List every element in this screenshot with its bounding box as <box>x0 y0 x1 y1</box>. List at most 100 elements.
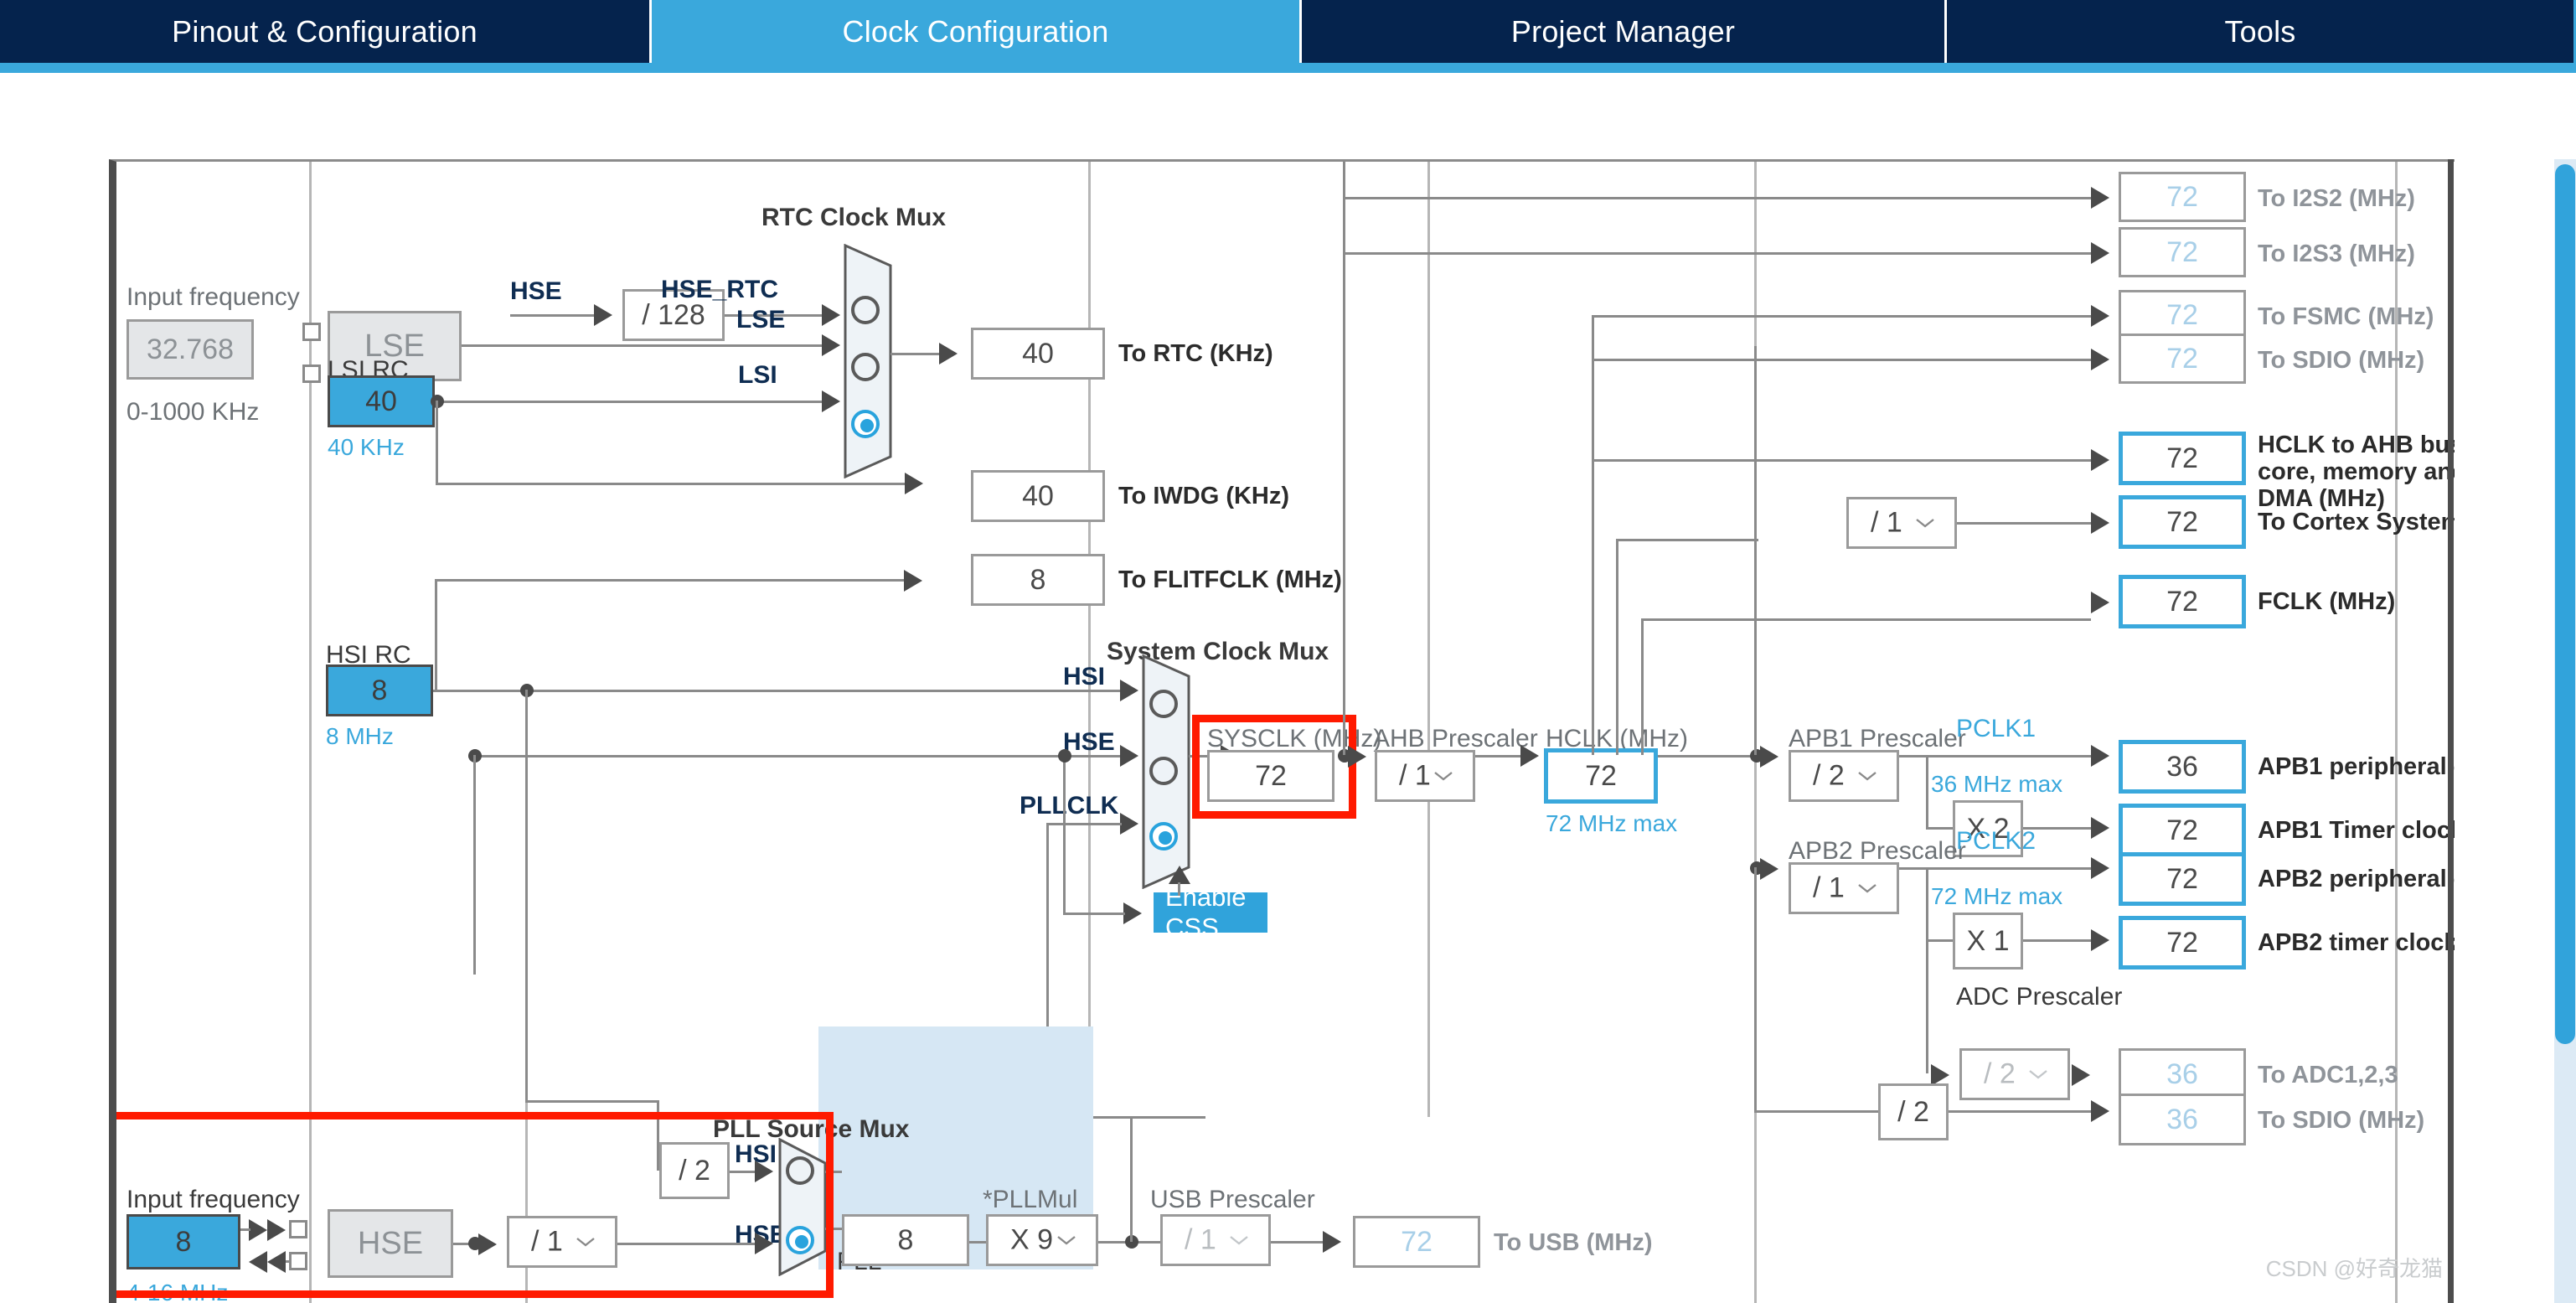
output-label-i2s2: To I2S2 (MHz) <box>2258 185 2415 213</box>
wire-hclk-to-fclk <box>1641 618 2091 621</box>
sys-mux-radio-pllclk[interactable] <box>1149 822 1178 851</box>
output-label-apb1-timer: APB1 Timer clocks (MHz) <box>2258 817 2455 845</box>
sys-mux-radio-hsi[interactable] <box>1149 690 1178 718</box>
output-box-apb1-timer[interactable]: 72 <box>2119 804 2246 857</box>
apb2-timer-mul-value: X 1 <box>1966 925 2009 958</box>
output-box-apb2-peripheral[interactable]: 72 <box>2119 852 2246 906</box>
hclk-value-box[interactable]: 72 <box>1544 748 1658 804</box>
output-value: 40 <box>1022 480 1054 513</box>
chevron-down-icon <box>1056 1234 1077 1246</box>
lse-input-frequency-field[interactable]: 32.768 <box>126 319 254 380</box>
lsi-rc-value: 40 <box>365 385 397 418</box>
lsi-rc-value-box[interactable]: 40 <box>328 375 435 427</box>
pllmul-select[interactable]: X 9 <box>986 1214 1098 1266</box>
output-value: 72 <box>2166 586 2198 618</box>
wire-hsi-to-flitfclk-v <box>435 579 437 690</box>
arrow-to-fsmc <box>2091 305 2109 327</box>
output-label-apb2-peripheral: APB2 peripheral clocks (MHz) <box>2258 866 2455 893</box>
wire-sdio-out <box>1949 1110 2091 1113</box>
wire-apb1-timer-h <box>1926 827 1953 830</box>
arrow-pllclk-to-sysmux <box>1120 813 1138 835</box>
wire-fsmc-branch <box>1592 315 1594 459</box>
wire-css-up <box>1178 882 1180 896</box>
apb2-prescaler-select[interactable]: / 1 <box>1789 862 1899 914</box>
tab-label: Clock Configuration <box>843 14 1109 49</box>
rtc-mux-radio-lse[interactable] <box>851 353 880 381</box>
rtc-mux-input-lse: LSE <box>736 306 785 334</box>
output-box-sdio-bottom[interactable]: 36 <box>2119 1094 2246 1145</box>
apb2-max-label: 72 MHz max <box>1931 883 2062 910</box>
tab-tools[interactable]: Tools <box>1947 0 2573 63</box>
sysclk-highlight-box <box>1192 715 1356 819</box>
output-box-adc[interactable]: 36 <box>2119 1048 2246 1100</box>
wire-hsi-to-div2 <box>525 1100 659 1103</box>
pclk1-label: PCLK1 <box>1956 715 2036 743</box>
output-box-iwdg[interactable]: 40 <box>971 470 1105 522</box>
lse-terminal-bottom <box>302 365 321 383</box>
tab-clock-configuration[interactable]: Clock Configuration <box>652 0 1302 63</box>
arrow-to-fclk <box>2091 592 2109 613</box>
vertical-scrollbar-thumb[interactable] <box>2555 164 2575 1044</box>
ahb-prescaler-select[interactable]: / 1 <box>1375 750 1475 802</box>
junction-hse-css <box>1058 749 1071 763</box>
sdio-divider-value: / 2 <box>1897 1096 1929 1129</box>
output-box-apb2-timer[interactable]: 72 <box>2119 916 2246 969</box>
wire-ahb-to-hclk <box>1475 755 1520 757</box>
adc-prescaler-label: ADC Prescaler <box>1956 983 2122 1011</box>
usb-prescaler-label: USB Prescaler <box>1150 1186 1315 1214</box>
apb2-timer-multiplier: X 1 <box>1953 913 2023 969</box>
rtc-mux-radio-lsi[interactable] <box>851 410 880 438</box>
wire-hse-css-down <box>1063 755 1066 913</box>
apb1-prescaler-select[interactable]: / 2 <box>1789 750 1899 802</box>
wire-lse-to-mux <box>462 344 822 347</box>
wire-pllclk-to-sysmux <box>1046 823 1122 825</box>
arrow-css-to-mux <box>1169 866 1190 884</box>
arrow-apb2-timer <box>2091 929 2109 951</box>
sys-mux-input-hsi: HSI <box>1063 663 1105 691</box>
cortex-prescaler-select[interactable]: / 1 <box>1846 497 1957 549</box>
tab-label: Project Manager <box>1511 14 1735 49</box>
output-box-usb[interactable]: 72 <box>1353 1216 1480 1268</box>
hsi-rc-value: 8 <box>372 675 388 707</box>
output-box-fclk[interactable]: 72 <box>2119 575 2246 628</box>
output-label-rtc: To RTC (KHz) <box>1118 340 1273 368</box>
wire-rtc-mux-out <box>891 353 939 355</box>
output-label-apb2-timer: APB2 timer clocks (MHz) <box>2258 929 2455 957</box>
rtc-mux-radio-hse-rtc[interactable] <box>851 296 880 324</box>
output-box-fsmc[interactable]: 72 <box>2119 290 2246 340</box>
arrow-to-sdio-bottom <box>2091 1100 2109 1122</box>
output-box-hclk-ahb[interactable]: 72 <box>2119 432 2246 485</box>
output-box-cortex-timer[interactable]: 72 <box>2119 495 2246 549</box>
usb-prescaler-value: / 1 <box>1185 1224 1216 1257</box>
arrow-ahb-to-hclk <box>1520 745 1539 767</box>
output-value: 72 <box>2166 299 2198 332</box>
output-box-i2s2[interactable]: 72 <box>2119 172 2246 222</box>
rtc-clock-mux-title: RTC Clock Mux <box>761 204 946 232</box>
ahb-prescaler-value: / 1 <box>1399 760 1431 793</box>
wire-hsi-to-flitfclk <box>435 579 904 582</box>
output-label-apb1-peripheral: APB1 peripheral clocks (MHz) <box>2258 753 2455 781</box>
usb-prescaler-select[interactable]: / 1 <box>1160 1214 1271 1266</box>
rtc-clock-mux[interactable] <box>844 244 907 478</box>
wire-sdio-div-h <box>1754 1110 1878 1113</box>
output-box-rtc[interactable]: 40 <box>971 328 1105 380</box>
output-box-apb1-peripheral[interactable]: 36 <box>2119 740 2246 794</box>
chevron-down-icon <box>1856 882 1878 894</box>
adc-prescaler-select[interactable]: / 2 <box>1959 1048 2070 1100</box>
rtc-mux-input-lsi: LSI <box>738 361 777 390</box>
apb1-prescaler-value: / 2 <box>1813 760 1845 793</box>
enable-css-button[interactable]: Enable CSS <box>1154 892 1267 933</box>
output-value: 36 <box>2166 751 2198 783</box>
rtc-mux-input-hse-rtc: HSE_RTC <box>661 276 778 304</box>
output-box-i2s3[interactable]: 72 <box>2119 227 2246 277</box>
output-box-sdio-top[interactable]: 72 <box>2119 334 2246 384</box>
tab-pinout-configuration[interactable]: Pinout & Configuration <box>0 0 652 63</box>
arrow-sysclk-branch <box>1348 746 1366 768</box>
arrow-hsi-to-sysmux <box>1120 680 1138 701</box>
sys-mux-radio-hse[interactable] <box>1149 757 1178 785</box>
output-box-flitfclk[interactable]: 8 <box>971 554 1105 606</box>
hsi-rc-value-box[interactable]: 8 <box>326 664 433 716</box>
tab-project-manager[interactable]: Project Manager <box>1302 0 1947 63</box>
output-value: 72 <box>2166 863 2198 896</box>
output-value: 8 <box>1030 564 1046 597</box>
